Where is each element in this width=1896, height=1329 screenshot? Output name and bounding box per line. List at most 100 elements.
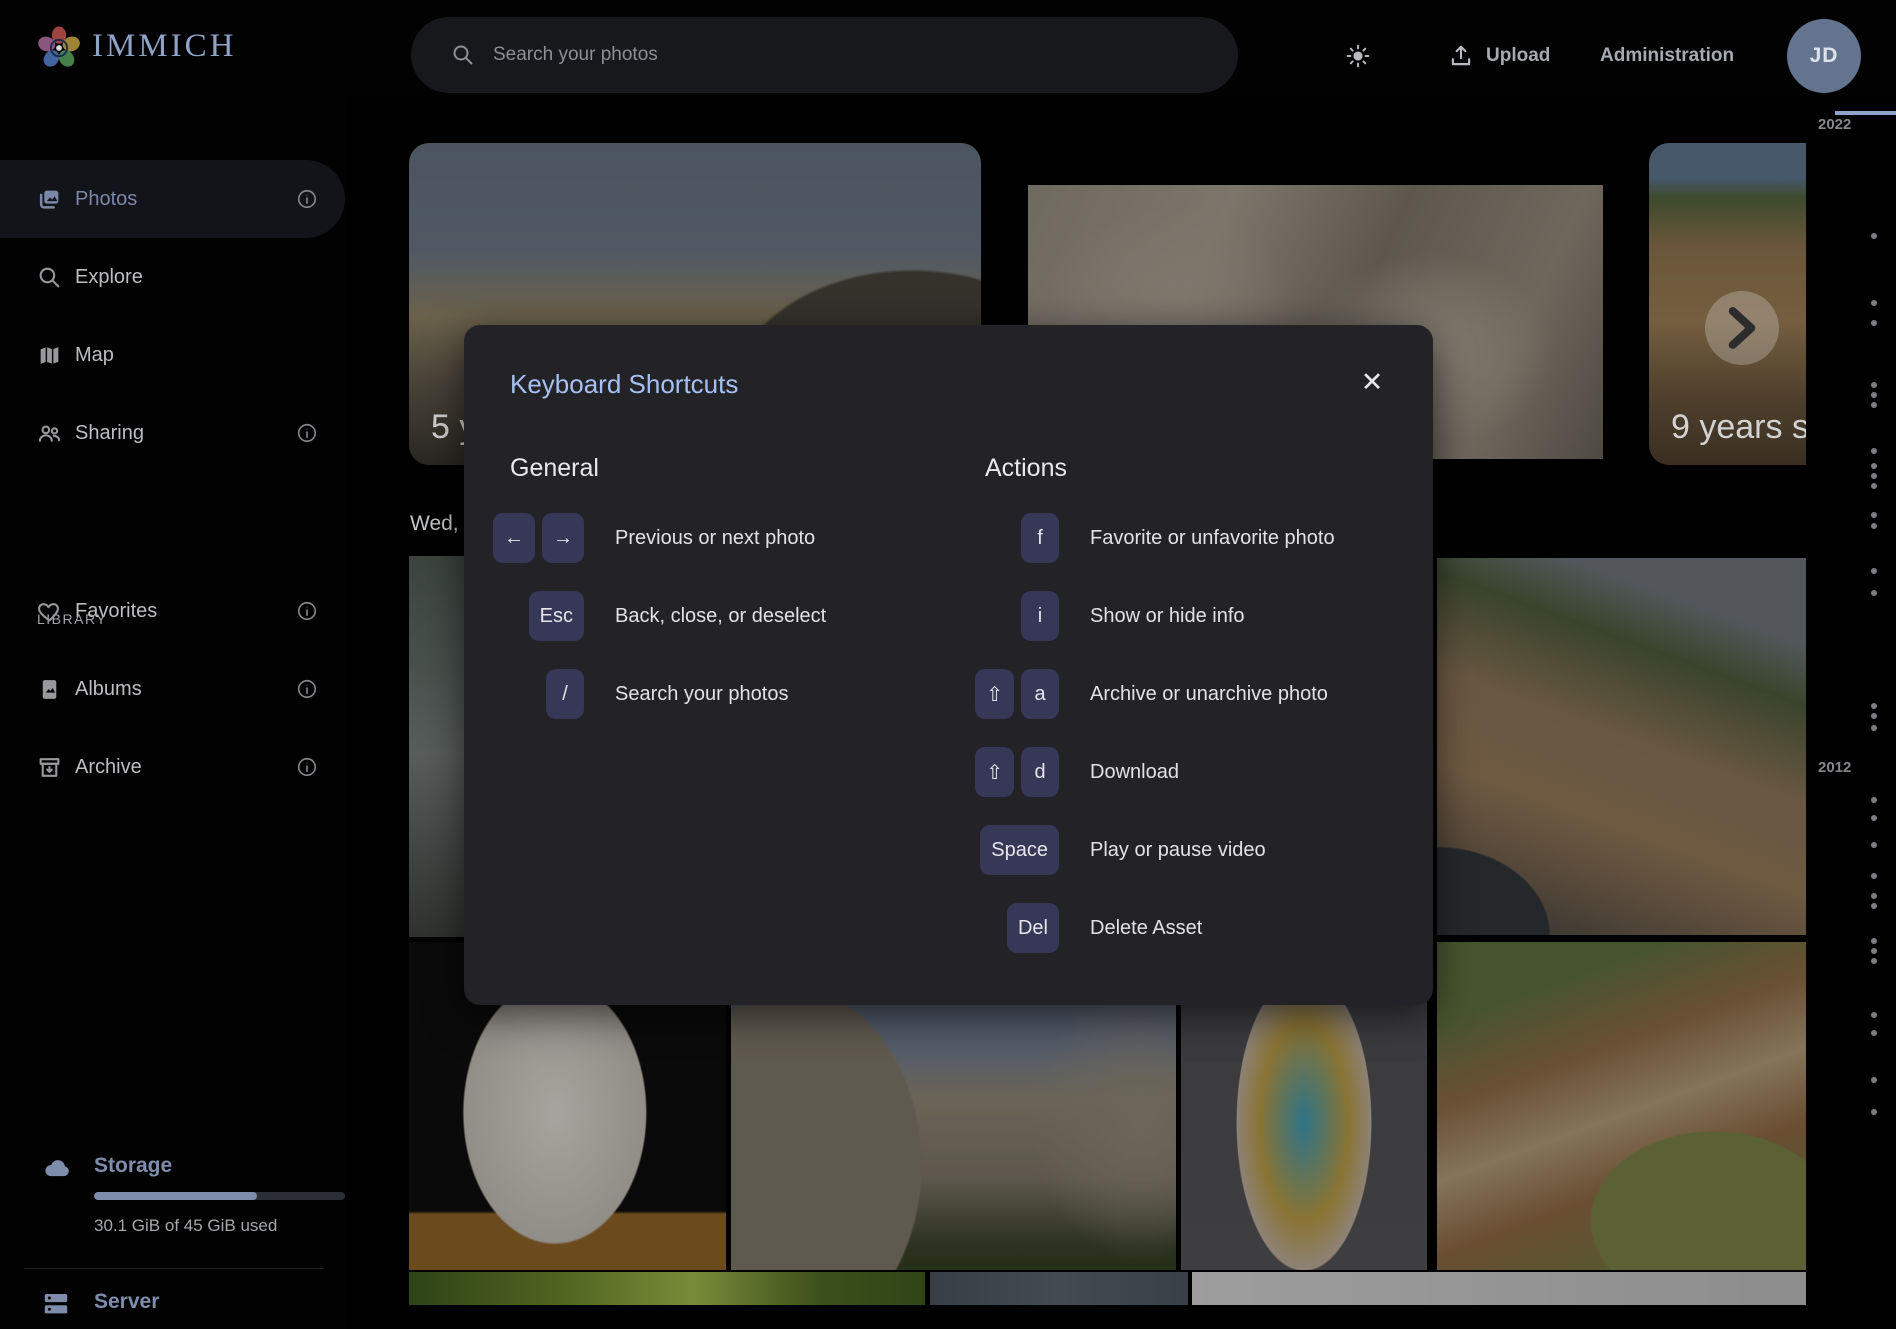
shortcut-description: Search your photos	[615, 683, 788, 706]
timeline-dot[interactable]	[1871, 590, 1877, 596]
server-title: Server	[94, 1290, 159, 1314]
timeline-dot[interactable]	[1871, 938, 1877, 944]
shortcut-description: Play or pause video	[1090, 839, 1266, 862]
shortcut-row: iShow or hide info	[939, 577, 1433, 655]
timeline-dot[interactable]	[1871, 842, 1877, 848]
timeline-dot[interactable]	[1871, 523, 1877, 529]
search-bar[interactable]	[411, 17, 1238, 93]
shortcut-description: Back, close, or deselect	[615, 605, 826, 628]
keycap: →	[542, 513, 584, 563]
photo-hazy-strip[interactable]	[930, 1272, 1188, 1305]
chevron-right-icon	[1705, 291, 1779, 365]
user-avatar[interactable]: JD	[1787, 19, 1861, 93]
timeline-dot[interactable]	[1871, 568, 1877, 574]
timeline-dot[interactable]	[1871, 1030, 1877, 1036]
shortcut-row: DelDelete Asset	[939, 889, 1433, 967]
timeline-dot[interactable]	[1871, 948, 1877, 954]
timeline-dot[interactable]	[1871, 300, 1877, 306]
timeline-dot[interactable]	[1871, 1109, 1877, 1115]
timeline-dot[interactable]	[1871, 903, 1877, 909]
timeline-year-2012[interactable]: 2012	[1818, 759, 1888, 776]
photo-grass-strip[interactable]	[409, 1272, 925, 1305]
search-icon	[451, 43, 475, 67]
theme-toggle-button[interactable]	[1345, 34, 1371, 78]
timeline-dot[interactable]	[1871, 797, 1877, 803]
keycap: d	[1021, 747, 1059, 797]
storage-used-text: 30.1 GiB of 45 GiB used	[94, 1216, 277, 1236]
info-icon[interactable]	[296, 600, 318, 622]
immich-logo-icon[interactable]	[36, 25, 82, 71]
storage-progress-bar	[94, 1192, 345, 1200]
sidebar-item-label: Photos	[75, 188, 137, 211]
timeline-dot[interactable]	[1871, 473, 1877, 479]
keyboard-shortcuts-modal: Keyboard Shortcuts ✕ General←→Previous o…	[464, 325, 1433, 1005]
modal-title: Keyboard Shortcuts	[510, 369, 738, 400]
keycap: a	[1021, 669, 1059, 719]
timeline-dot[interactable]	[1871, 382, 1877, 388]
shortcut-description: Archive or unarchive photo	[1090, 683, 1328, 706]
photo-gray-strip[interactable]	[1192, 1272, 1806, 1305]
info-icon[interactable]	[296, 756, 318, 778]
timeline-dot[interactable]	[1871, 233, 1877, 239]
info-icon[interactable]	[296, 188, 318, 210]
timeline-dot[interactable]	[1871, 402, 1877, 408]
keycap: ←	[493, 513, 535, 563]
timeline-dot[interactable]	[1871, 463, 1877, 469]
albums-icon	[37, 677, 62, 702]
sidebar-item-favorites[interactable]: Favorites	[0, 572, 345, 650]
shortcut-row: ⇧aArchive or unarchive photo	[939, 655, 1433, 733]
shortcut-description: Show or hide info	[1090, 605, 1245, 628]
timeline-dot[interactable]	[1871, 320, 1877, 326]
search-icon	[37, 265, 62, 290]
shortcut-row: /Search your photos	[464, 655, 939, 733]
timeline-dot[interactable]	[1871, 703, 1877, 709]
sidebar-item-albums[interactable]: Albums	[0, 650, 345, 728]
photo-beach-cliff[interactable]	[1437, 558, 1806, 935]
shortcuts-section-general: General←→Previous or next photoEscBack, …	[464, 455, 939, 733]
search-input[interactable]	[493, 44, 1208, 66]
timeline-dot[interactable]	[1871, 893, 1877, 899]
upload-button[interactable]: Upload	[1448, 34, 1550, 78]
timeline-dot[interactable]	[1871, 483, 1877, 489]
archive-icon	[37, 755, 62, 780]
info-icon[interactable]	[296, 678, 318, 700]
shortcut-row: fFavorite or unfavorite photo	[939, 499, 1433, 577]
close-icon[interactable]: ✕	[1355, 365, 1389, 399]
date-group-header: Wed,	[410, 512, 463, 536]
timeline-year-2022[interactable]: 2022	[1818, 116, 1888, 133]
timeline-dot[interactable]	[1871, 512, 1877, 518]
timeline-dot[interactable]	[1871, 1012, 1877, 1018]
info-icon[interactable]	[296, 422, 318, 444]
sidebar-item-photos[interactable]: Photos	[0, 160, 345, 238]
timeline-dot[interactable]	[1871, 873, 1877, 879]
server-icon	[40, 1289, 72, 1319]
timeline-dot[interactable]	[1871, 392, 1877, 398]
memory-next-button[interactable]	[1705, 291, 1779, 365]
sidebar-item-label: Map	[75, 344, 114, 367]
timeline-dot[interactable]	[1871, 815, 1877, 821]
timeline-dot[interactable]	[1871, 725, 1877, 731]
memory-card-canyon[interactable]: 9 years sin	[1649, 143, 1806, 465]
sun-icon	[1345, 43, 1371, 69]
timeline-position-indicator[interactable]	[1835, 111, 1896, 115]
cloud-icon	[38, 1153, 76, 1183]
administration-link[interactable]: Administration	[1600, 34, 1734, 78]
heart-icon	[37, 599, 62, 624]
sharing-icon	[37, 421, 62, 446]
sidebar-item-explore[interactable]: Explore	[0, 238, 345, 316]
sidebar-item-label: Explore	[75, 266, 143, 289]
timeline-dot[interactable]	[1871, 958, 1877, 964]
photos-icon	[37, 187, 62, 212]
timeline-dot[interactable]	[1871, 448, 1877, 454]
photo-lizard[interactable]	[1437, 942, 1806, 1270]
timeline-dot[interactable]	[1871, 713, 1877, 719]
keycap: Del	[1007, 903, 1059, 953]
upload-label: Upload	[1486, 45, 1550, 67]
sidebar-item-sharing[interactable]: Sharing	[0, 394, 345, 472]
timeline-dot[interactable]	[1871, 1077, 1877, 1083]
keycap: Esc	[529, 591, 584, 641]
sidebar-item-map[interactable]: Map	[0, 316, 345, 394]
sidebar-item-archive[interactable]: Archive	[0, 728, 345, 806]
memory-caption: 9 years sin	[1671, 408, 1806, 447]
shortcut-description: Previous or next photo	[615, 527, 815, 550]
